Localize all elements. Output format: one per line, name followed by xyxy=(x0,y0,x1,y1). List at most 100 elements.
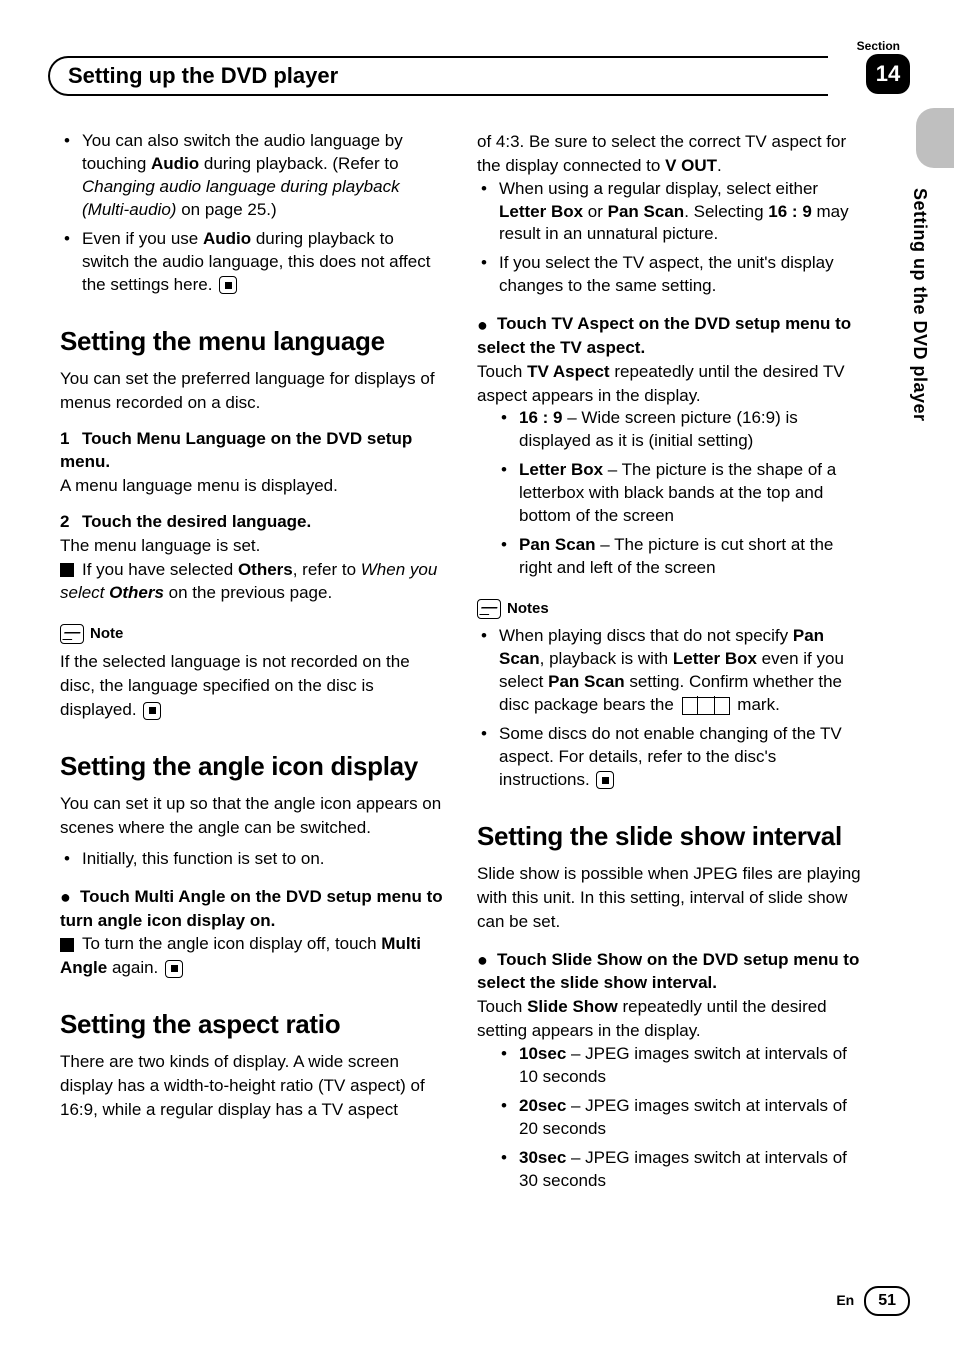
text: Touch TV Aspect on the DVD setup menu to… xyxy=(477,314,851,357)
list-item: Even if you use Audio during playback to… xyxy=(60,228,445,297)
aspect-bullets: When using a regular display, select eit… xyxy=(477,178,862,299)
step-1-head: 1Touch Menu Language on the DVD setup me… xyxy=(60,427,445,475)
list-item: 10sec – JPEG images switch at intervals … xyxy=(477,1043,862,1089)
list-item: Some discs do not enable changing of the… xyxy=(477,723,862,792)
aspect-continued: of 4:3. Be sure to select the correct TV… xyxy=(477,130,862,178)
text: Note xyxy=(90,623,123,644)
text: 16 : 9 xyxy=(768,202,811,221)
paragraph: You can set the preferred language for d… xyxy=(60,367,445,415)
heading-slide: Setting the slide show interval xyxy=(477,818,862,854)
text: Pan Scan xyxy=(548,672,625,691)
list-item: 30sec – JPEG images switch at intervals … xyxy=(477,1147,862,1193)
text: V OUT xyxy=(665,156,717,175)
text: , playback is with xyxy=(540,649,673,668)
text: Touch Multi Angle on the DVD setup menu … xyxy=(60,887,443,930)
notes-box: Notes When playing discs that do not spe… xyxy=(477,598,862,792)
list-item: If you select the TV aspect, the unit's … xyxy=(477,252,862,298)
list-item: 20sec – JPEG images switch at intervals … xyxy=(477,1095,862,1141)
text: mark. xyxy=(733,695,780,714)
intro-bullets: You can also switch the audio language b… xyxy=(60,130,445,297)
list-item: Pan Scan – The picture is cut short at t… xyxy=(477,534,862,580)
aspect-options: 16 : 9 – Wide screen picture (16:9) is d… xyxy=(477,407,862,580)
side-tab xyxy=(916,108,954,168)
right-column: of 4:3. Be sure to select the correct TV… xyxy=(477,130,862,1198)
text: Letter Box xyxy=(673,649,757,668)
slide-touch: Touch Slide Show repeatedly until the de… xyxy=(477,995,862,1043)
text: or xyxy=(583,202,608,221)
text: 16 : 9 xyxy=(519,408,562,427)
text: Others xyxy=(109,583,164,602)
text: Letter Box xyxy=(499,202,583,221)
list-item: 16 : 9 – Wide screen picture (16:9) is d… xyxy=(477,407,862,453)
text: Audio xyxy=(151,154,199,173)
square-bullet-icon xyxy=(60,938,74,952)
panscan-mark-icon xyxy=(682,697,730,715)
text: – JPEG images switch at intervals of 10 … xyxy=(519,1044,847,1086)
text: , refer to xyxy=(293,560,361,579)
aspect-instruction: ●Touch TV Aspect on the DVD setup menu t… xyxy=(477,312,862,360)
text: To turn the angle icon display off, touc… xyxy=(82,934,381,953)
square-bullet-icon xyxy=(60,563,74,577)
text: 20sec xyxy=(519,1096,566,1115)
pencil-icon xyxy=(477,599,501,619)
text: Notes xyxy=(507,598,549,619)
note-body: If the selected language is not recorded… xyxy=(60,650,445,721)
side-label: Setting up the DVD player xyxy=(907,188,932,422)
slide-options: 10sec – JPEG images switch at intervals … xyxy=(477,1043,862,1193)
aspect-touch: Touch TV Aspect repeatedly until the des… xyxy=(477,360,862,408)
list-item: You can also switch the audio language b… xyxy=(60,130,445,222)
text: Touch xyxy=(477,997,527,1016)
page-header: Setting up the DVD player xyxy=(48,56,858,96)
text: – JPEG images switch at intervals of 20 … xyxy=(519,1096,847,1138)
end-icon xyxy=(219,276,237,294)
section-number-badge: 14 xyxy=(866,54,910,94)
text: again. xyxy=(107,958,158,977)
section-label: Section xyxy=(857,38,900,55)
notes-list: When playing discs that do not specify P… xyxy=(477,625,862,792)
text: When playing discs that do not specify xyxy=(499,626,793,645)
text: Others xyxy=(238,560,293,579)
text: during playback. (Refer to xyxy=(199,154,398,173)
pencil-icon xyxy=(60,624,84,644)
notes-label: Notes xyxy=(477,598,549,619)
angle-off: To turn the angle icon display off, touc… xyxy=(60,932,445,980)
note-box: Note If the selected language is not rec… xyxy=(60,623,445,722)
list-item: Initially, this function is set to on. xyxy=(60,848,445,871)
paragraph: Slide show is possible when JPEG files a… xyxy=(477,862,862,933)
text: Pan Scan xyxy=(519,535,596,554)
heading-menu-language: Setting the menu language xyxy=(60,323,445,359)
step-1-body: A menu language menu is displayed. xyxy=(60,474,445,498)
text: on page 25.) xyxy=(176,200,276,219)
text: TV Aspect xyxy=(527,362,610,381)
note-label: Note xyxy=(60,623,123,644)
text: Touch the desired language. xyxy=(82,512,311,531)
text: If the selected language is not recorded… xyxy=(60,652,410,719)
list-item: When playing discs that do not specify P… xyxy=(477,625,862,717)
list-item: Letter Box – The picture is the shape of… xyxy=(477,459,862,528)
text: If you have selected xyxy=(82,560,238,579)
paragraph: There are two kinds of display. A wide s… xyxy=(60,1050,445,1121)
text: Touch xyxy=(477,362,527,381)
step-2-head: 2Touch the desired language. xyxy=(60,510,445,534)
text: 30sec xyxy=(519,1148,566,1167)
end-icon xyxy=(596,771,614,789)
footer-language: En xyxy=(836,1291,854,1311)
text: Slide Show xyxy=(527,997,618,1016)
page-number: 51 xyxy=(864,1286,910,1316)
text: Touch Slide Show on the DVD setup menu t… xyxy=(477,950,859,993)
heading-angle: Setting the angle icon display xyxy=(60,748,445,784)
end-icon xyxy=(143,702,161,720)
step-2-note: If you have selected Others, refer to Wh… xyxy=(60,558,445,606)
step-2-body: The menu language is set. xyxy=(60,534,445,558)
slide-instruction: ●Touch Slide Show on the DVD setup menu … xyxy=(477,948,862,996)
page-title: Setting up the DVD player xyxy=(68,61,338,92)
text: of 4:3. Be sure to select the correct TV… xyxy=(477,132,846,175)
page-footer: En 51 xyxy=(836,1286,910,1316)
text: When using a regular display, select eit… xyxy=(499,179,818,198)
text: Pan Scan xyxy=(608,202,685,221)
text: Letter Box xyxy=(519,460,603,479)
text: – JPEG images switch at intervals of 30 … xyxy=(519,1148,847,1190)
text: . xyxy=(717,156,722,175)
text: Audio xyxy=(203,229,251,248)
paragraph: You can set it up so that the angle icon… xyxy=(60,792,445,840)
